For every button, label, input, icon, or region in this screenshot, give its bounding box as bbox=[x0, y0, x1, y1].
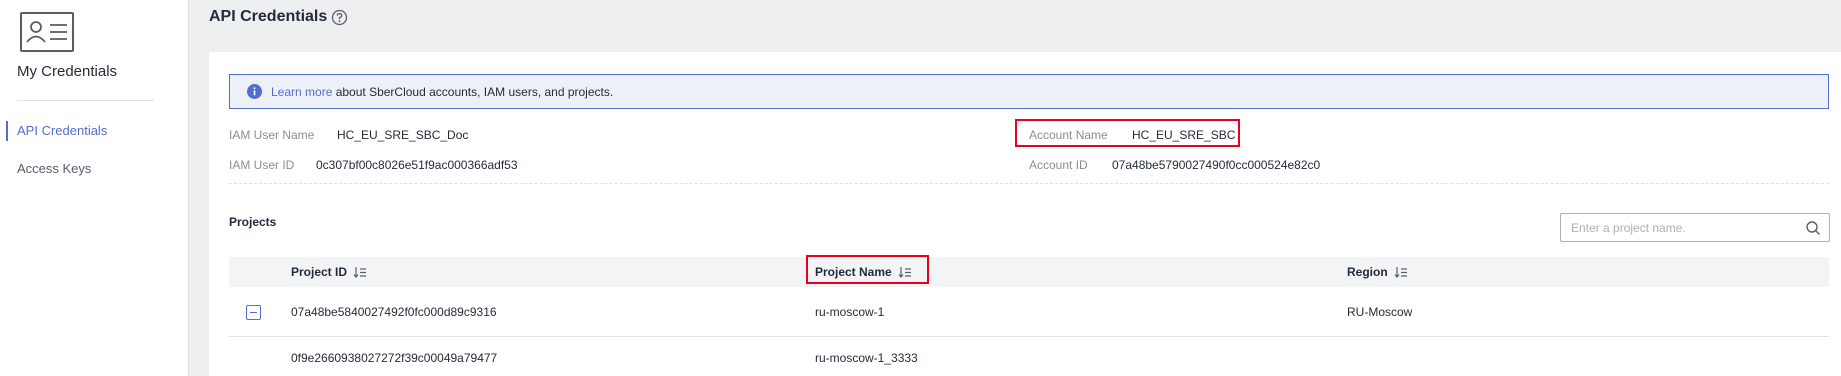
sidebar: My Credentials API Credentials Access Ke… bbox=[0, 0, 189, 376]
account-id-value: 07a48be5790027490f0cc000524e82c0 bbox=[1112, 158, 1321, 172]
page-title: API Credentials bbox=[209, 8, 328, 25]
project-name-highlight bbox=[806, 255, 929, 284]
account-name-value: HC_EU_SRE_SBC bbox=[1132, 128, 1236, 142]
column-header-label: Region bbox=[1347, 265, 1388, 279]
iam-user-id-value: 0c307bf00c8026e51f9ac000366adf53 bbox=[316, 158, 518, 172]
project-search-input[interactable] bbox=[1571, 219, 1791, 237]
iam-user-name-value: HC_EU_SRE_SBC_Doc bbox=[337, 128, 469, 142]
project-name-cell: ru-moscow-1 bbox=[815, 305, 885, 319]
sort-icon[interactable] bbox=[353, 266, 367, 278]
column-header-project-id[interactable]: Project ID bbox=[291, 257, 367, 287]
credentials-card-icon bbox=[20, 12, 74, 52]
projects-table-header: Project ID Project Name Region bbox=[229, 257, 1829, 287]
info-icon bbox=[247, 84, 262, 99]
sidebar-title: My Credentials bbox=[17, 63, 118, 80]
table-row: 0f9e2660938027272f39c00049a79477 ru-mosc… bbox=[229, 337, 1829, 376]
column-header-label: Project ID bbox=[291, 265, 348, 279]
info-banner: Learn more about SberCloud accounts, IAM… bbox=[229, 74, 1829, 109]
projects-title: Projects bbox=[229, 215, 277, 229]
project-id-cell: 07a48be5840027492f0fc000d89c9316 bbox=[291, 305, 497, 319]
help-icon[interactable] bbox=[331, 9, 348, 26]
section-divider bbox=[229, 183, 1829, 184]
account-name-label: Account Name bbox=[1029, 128, 1108, 142]
column-header-region[interactable]: Region bbox=[1347, 257, 1408, 287]
region-cell: RU-Moscow bbox=[1347, 305, 1413, 319]
search-icon[interactable] bbox=[1805, 220, 1821, 236]
iam-user-name-label: IAM User Name bbox=[229, 128, 315, 142]
project-search[interactable] bbox=[1560, 213, 1830, 242]
sidebar-item-access-keys[interactable]: Access Keys bbox=[6, 159, 91, 179]
table-row: 07a48be5840027492f0fc000d89c9316 ru-mosc… bbox=[229, 287, 1829, 337]
iam-user-id-label: IAM User ID bbox=[229, 158, 295, 172]
learn-more-link[interactable]: Learn more bbox=[271, 85, 332, 99]
sidebar-divider bbox=[17, 100, 154, 101]
main-panel: Learn more about SberCloud accounts, IAM… bbox=[209, 52, 1841, 376]
sort-icon[interactable] bbox=[1394, 266, 1408, 278]
banner-text: about SberCloud accounts, IAM users, and… bbox=[332, 84, 614, 99]
account-id-label: Account ID bbox=[1029, 158, 1088, 172]
project-name-cell: ru-moscow-1_3333 bbox=[815, 351, 918, 365]
collapse-row-icon[interactable] bbox=[246, 305, 261, 320]
project-id-cell: 0f9e2660938027272f39c00049a79477 bbox=[291, 351, 498, 365]
sidebar-item-api-credentials[interactable]: API Credentials bbox=[6, 121, 107, 141]
